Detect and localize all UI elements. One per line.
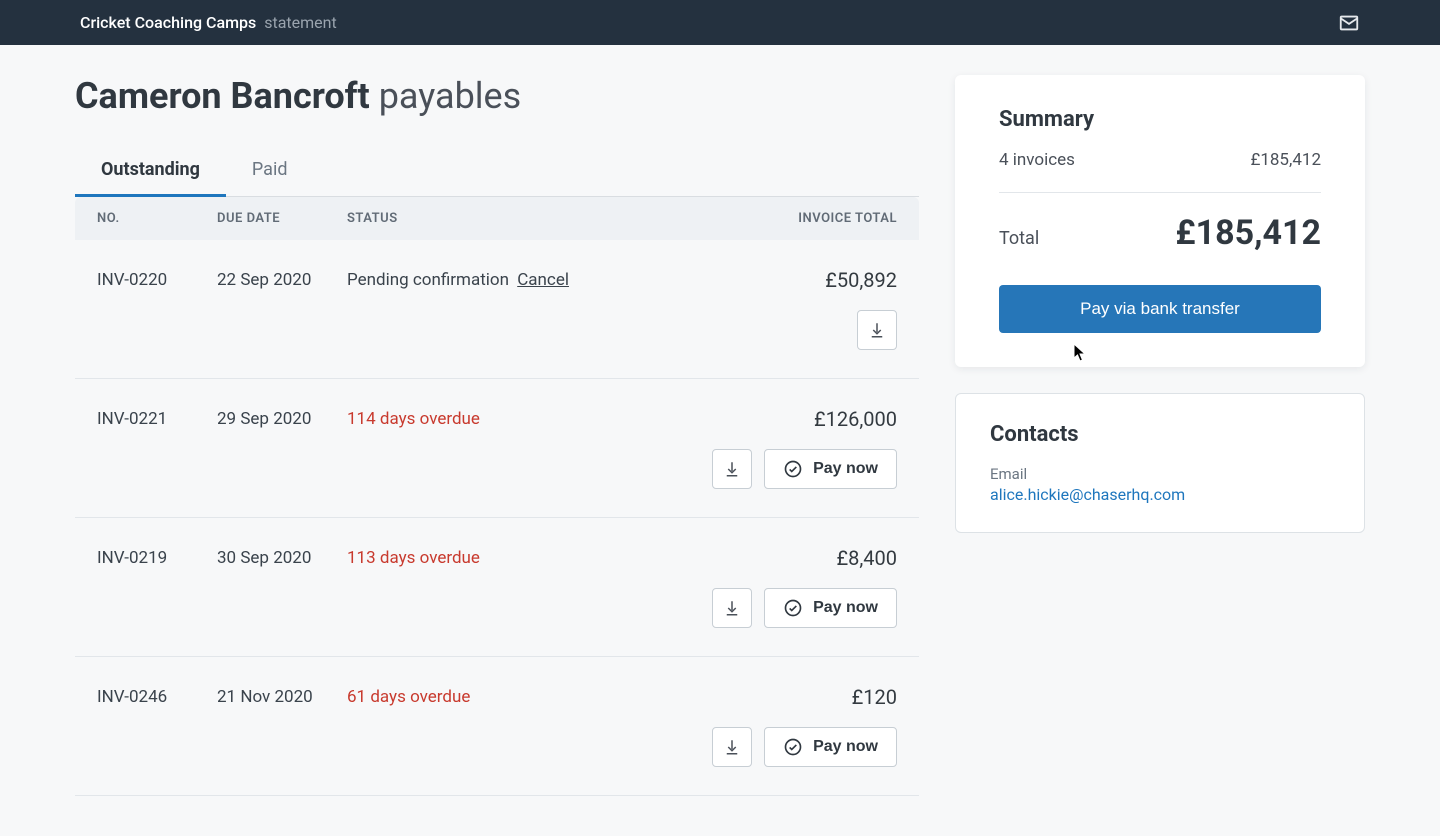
summary-count: 4 invoices <box>999 150 1075 170</box>
invoice-no: INV-0220 <box>97 270 217 290</box>
page-title-suffix: payables <box>379 75 522 117</box>
main-content: Cameron Bancroft payables OutstandingPai… <box>75 75 919 796</box>
invoice-no: INV-0219 <box>97 548 217 568</box>
invoice-due: 21 Nov 2020 <box>217 687 347 707</box>
invoice-due: 29 Sep 2020 <box>217 409 347 429</box>
tab-outstanding[interactable]: Outstanding <box>75 145 226 196</box>
pay-now-label: Pay now <box>813 738 878 756</box>
summary-total-amount: £185,412 <box>1175 213 1321 253</box>
invoice-status: Pending confirmation Cancel <box>347 270 697 290</box>
invoice-status: 113 days overdue <box>347 548 697 568</box>
download-button[interactable] <box>857 310 897 350</box>
summary-card: Summary 4 invoices £185,412 Total £185,4… <box>955 75 1365 367</box>
download-button[interactable] <box>712 449 752 489</box>
table-header: NO. DUE DATE STATUS INVOICE TOTAL <box>75 197 919 240</box>
contact-email-label: Email <box>990 465 1330 483</box>
brand-suffix: statement <box>264 13 337 32</box>
divider <box>999 192 1321 193</box>
invoice-no: INV-0221 <box>97 409 217 429</box>
pay-now-button[interactable]: Pay now <box>764 588 897 628</box>
sidebar: Summary 4 invoices £185,412 Total £185,4… <box>955 75 1365 559</box>
download-button[interactable] <box>712 727 752 767</box>
col-no: NO. <box>97 211 217 226</box>
contacts-card: Contacts Email alice.hickie@chaserhq.com <box>955 393 1365 533</box>
invoice-no: INV-0246 <box>97 687 217 707</box>
contacts-title: Contacts <box>990 422 1330 447</box>
table-row: INV-021930 Sep 2020113 days overdue£8,40… <box>75 518 919 657</box>
table-row: INV-022022 Sep 2020Pending confirmation … <box>75 240 919 379</box>
download-icon <box>723 599 741 617</box>
col-status: STATUS <box>347 211 697 226</box>
pay-now-label: Pay now <box>813 599 878 617</box>
download-icon <box>723 738 741 756</box>
tab-paid[interactable]: Paid <box>226 145 314 196</box>
topbar: Cricket Coaching Camps statement <box>0 0 1440 45</box>
topbar-title: Cricket Coaching Camps statement <box>80 13 337 32</box>
invoice-total: £120 <box>697 685 897 709</box>
invoice-total: £50,892 <box>697 268 897 292</box>
invoice-table: NO. DUE DATE STATUS INVOICE TOTAL INV-02… <box>75 197 919 796</box>
col-total: INVOICE TOTAL <box>697 211 897 226</box>
check-circle-icon <box>783 459 803 479</box>
tabs: OutstandingPaid <box>75 145 919 197</box>
table-row: INV-024621 Nov 202061 days overdue£120 Pa… <box>75 657 919 796</box>
cancel-link[interactable]: Cancel <box>517 270 569 290</box>
summary-total-label: Total <box>999 228 1039 249</box>
summary-subtotal: £185,412 <box>1250 150 1321 170</box>
summary-title: Summary <box>999 107 1321 132</box>
page-title-name: Cameron Bancroft <box>75 75 370 117</box>
invoice-status: 114 days overdue <box>347 409 697 429</box>
invoice-due: 22 Sep 2020 <box>217 270 347 290</box>
page-title: Cameron Bancroft payables <box>75 75 919 117</box>
pay-now-button[interactable]: Pay now <box>764 727 897 767</box>
contact-email-link[interactable]: alice.hickie@chaserhq.com <box>990 485 1185 504</box>
table-row: INV-022129 Sep 2020114 days overdue£126,… <box>75 379 919 518</box>
pay-now-button[interactable]: Pay now <box>764 449 897 489</box>
invoice-due: 30 Sep 2020 <box>217 548 347 568</box>
brand-name: Cricket Coaching Camps <box>80 13 256 32</box>
pay-now-label: Pay now <box>813 460 878 478</box>
invoice-status: 61 days overdue <box>347 687 697 707</box>
pay-via-bank-button[interactable]: Pay via bank transfer <box>999 285 1321 333</box>
check-circle-icon <box>783 598 803 618</box>
invoice-total: £126,000 <box>697 407 897 431</box>
invoice-total: £8,400 <box>697 546 897 570</box>
check-circle-icon <box>783 737 803 757</box>
col-due: DUE DATE <box>217 211 347 226</box>
download-icon <box>723 460 741 478</box>
mail-icon[interactable] <box>1338 12 1360 34</box>
download-button[interactable] <box>712 588 752 628</box>
download-icon <box>868 321 886 339</box>
